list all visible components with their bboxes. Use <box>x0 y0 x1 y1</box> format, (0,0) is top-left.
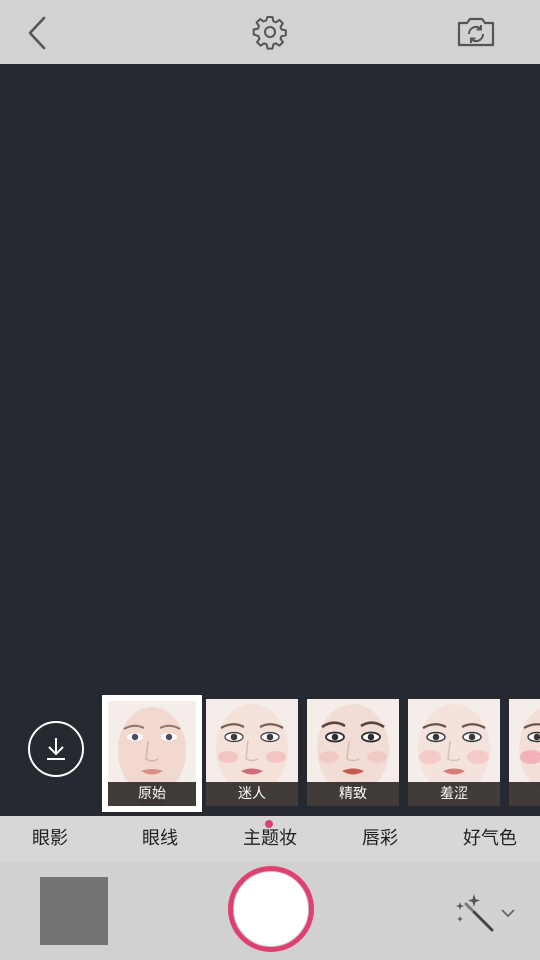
tab-theme-makeup[interactable]: 主题妆 <box>220 816 320 862</box>
look-item-original[interactable]: 原始 <box>102 695 202 812</box>
chevron-down-icon[interactable] <box>500 907 516 919</box>
camera-switch-icon[interactable] <box>456 14 495 50</box>
look-item-refined[interactable]: 精致 <box>307 699 399 806</box>
look-item-partial[interactable] <box>509 699 540 806</box>
tab-eyeshadow[interactable]: 眼影 <box>0 816 100 862</box>
look-label: 迷人 <box>206 782 298 806</box>
chevron-left-icon[interactable] <box>20 14 56 50</box>
download-button[interactable] <box>28 721 84 777</box>
look-item-shy[interactable]: 羞涩 <box>408 699 500 806</box>
look-item-charming[interactable]: 迷人 <box>206 699 298 806</box>
look-label: 羞涩 <box>408 782 500 806</box>
tab-eyeliner[interactable]: 眼线 <box>110 816 210 862</box>
top-bar <box>0 0 540 64</box>
bottom-control-bar <box>0 862 540 960</box>
makeup-look-strip: 原始 迷人 精致 羞涩 <box>102 695 540 812</box>
download-icon <box>47 738 65 760</box>
tab-lip-color[interactable]: 唇彩 <box>330 816 430 862</box>
gallery-thumbnail[interactable] <box>40 877 108 945</box>
makeup-category-tabs: 眼影 眼线 主题妆 唇彩 好气色 <box>0 816 540 862</box>
look-label: 精致 <box>307 782 399 806</box>
look-label: 原始 <box>108 782 196 806</box>
magic-wand-icon <box>456 894 494 932</box>
look-label <box>509 782 540 806</box>
shutter-button[interactable] <box>228 866 314 952</box>
magic-wand-button[interactable] <box>452 890 524 938</box>
tab-healthy-glow[interactable]: 好气色 <box>440 816 540 862</box>
gear-icon[interactable] <box>252 14 288 50</box>
shutter-inner <box>233 871 309 947</box>
